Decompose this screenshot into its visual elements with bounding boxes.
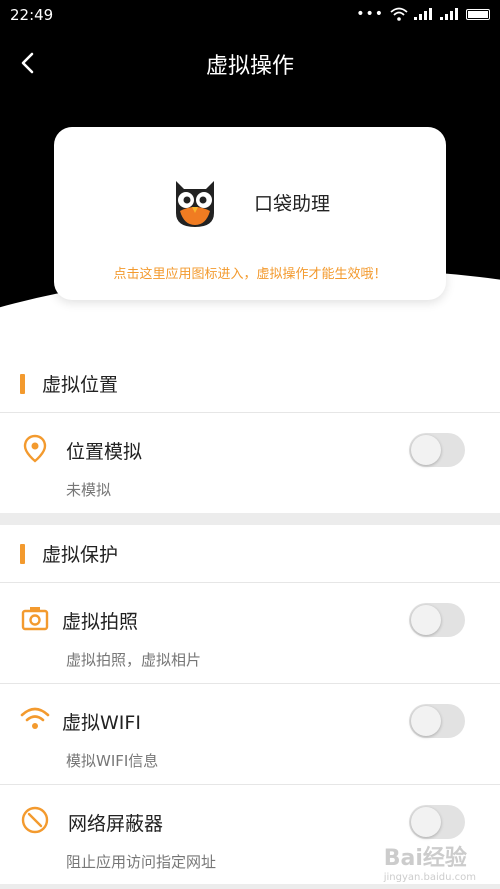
app-card[interactable]: 口袋助理 点击这里应用图标进入，虚拟操作才能生效哦！ xyxy=(54,127,446,300)
item-subtitle: 阻止应用访问指定网址 xyxy=(66,853,217,871)
section-accent-bar xyxy=(20,374,25,394)
item-label: 虚拟拍照 xyxy=(62,611,139,633)
nav-bar: 虚拟操作 xyxy=(0,40,500,86)
section-title-text: 虚拟保护 xyxy=(42,544,119,566)
section-title-text: 虚拟位置 xyxy=(42,374,119,396)
notification-dots: ••• xyxy=(356,6,384,22)
location-sim-toggle[interactable] xyxy=(409,433,465,467)
section-title-location: 虚拟位置 xyxy=(0,354,500,414)
camera-icon xyxy=(21,607,49,631)
battery-icon xyxy=(466,8,490,20)
item-subtitle: 未模拟 xyxy=(66,481,112,499)
location-pin-icon xyxy=(23,434,47,463)
virtual-wifi-toggle[interactable] xyxy=(409,704,465,738)
list-item-location-sim[interactable]: 位置模拟 未模拟 xyxy=(0,413,500,513)
list-item-virtual-wifi[interactable]: 虚拟WIFI 模拟WIFI信息 xyxy=(0,684,500,784)
app-hint: 点击这里应用图标进入，虚拟操作才能生效哦！ xyxy=(113,267,387,282)
network-blocker-toggle[interactable] xyxy=(409,805,465,839)
bottom-gap xyxy=(0,884,500,889)
signal-2-icon xyxy=(440,8,460,20)
owl-app-icon[interactable] xyxy=(166,173,224,231)
item-subtitle: 虚拟拍照，虚拟相片 xyxy=(66,651,202,669)
virtual-camera-toggle[interactable] xyxy=(409,603,465,637)
signal-icon xyxy=(414,8,434,20)
watermark-brand: Bai经验 xyxy=(383,846,467,871)
app-name: 口袋助理 xyxy=(254,193,331,215)
item-label: 网络屏蔽器 xyxy=(68,813,164,835)
section-accent-bar xyxy=(20,544,25,564)
status-time: 22:49 xyxy=(10,6,54,24)
watermark-url: jingyan.baidu.com xyxy=(383,872,476,883)
status-bar: 22:49 ••• xyxy=(0,0,500,30)
item-label: 虚拟WIFI xyxy=(62,712,141,734)
watermark: Bai经验 jingyan.baidu.com xyxy=(384,840,476,883)
block-icon xyxy=(21,806,49,834)
page-title: 虚拟操作 xyxy=(205,54,294,79)
list-item-virtual-camera[interactable]: 虚拟拍照 虚拟拍照，虚拟相片 xyxy=(0,583,500,683)
status-icons: ••• xyxy=(356,6,490,22)
section-title-protection: 虚拟保护 xyxy=(0,524,500,584)
item-subtitle: 模拟WIFI信息 xyxy=(66,752,159,770)
item-label: 位置模拟 xyxy=(66,441,143,463)
wifi-status-icon xyxy=(390,7,408,21)
wifi-icon xyxy=(20,707,50,729)
